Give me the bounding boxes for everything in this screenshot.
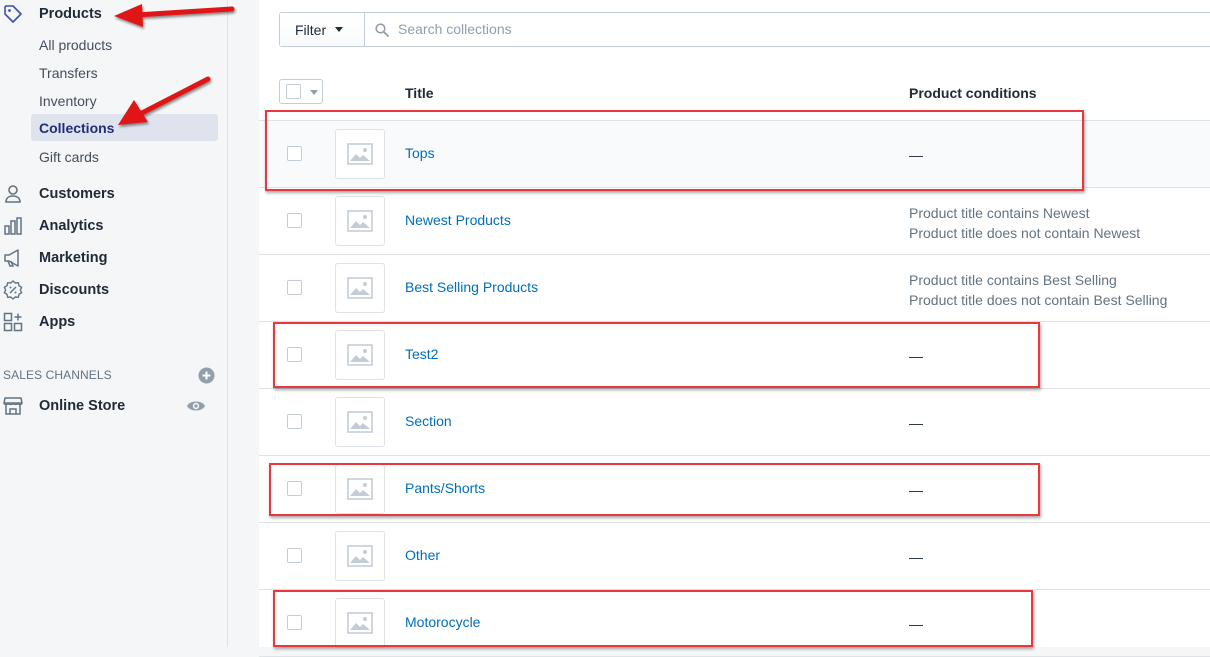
row-checkbox[interactable] — [287, 280, 302, 295]
sidebar-item-label: Transfers — [39, 64, 98, 81]
nav-online-store-label: Online Store — [39, 398, 126, 414]
sidebar-item-gift-cards[interactable]: Gift cards — [31, 143, 218, 170]
sidebar-item-label: All products — [39, 36, 113, 53]
collection-title-link[interactable]: Best Selling Products — [405, 279, 538, 295]
nav-apps-label: Apps — [39, 314, 76, 330]
search-input[interactable] — [398, 19, 1178, 39]
product-conditions: — — [909, 547, 923, 567]
store-icon — [3, 397, 23, 415]
sidebar-item-collections[interactable]: Collections — [31, 114, 218, 141]
filter-button-label: Filter — [295, 21, 327, 38]
table-row[interactable]: Newest Products Product title contains Ne… — [259, 188, 1210, 255]
image-placeholder-icon — [347, 210, 373, 232]
nav-apps[interactable]: Apps — [0, 308, 227, 336]
bulk-select-dropdown[interactable] — [279, 79, 323, 104]
highlight-box — [269, 463, 1040, 516]
select-all-checkbox[interactable] — [286, 84, 301, 99]
nav-customers[interactable]: Customers — [0, 180, 227, 208]
search-icon — [375, 23, 389, 37]
nav-products[interactable]: Products — [0, 0, 227, 28]
sidebar-item-label: Collections — [39, 119, 115, 136]
collection-thumbnail[interactable] — [335, 196, 385, 246]
collection-thumbnail[interactable] — [335, 397, 385, 447]
megaphone-icon — [4, 249, 19, 267]
bar-chart-icon — [4, 217, 22, 235]
sidebar-item-inventory[interactable]: Inventory — [31, 87, 218, 114]
collection-title-link[interactable]: Section — [405, 413, 452, 429]
person-icon — [5, 185, 21, 203]
nav-products-label: Products — [39, 6, 102, 22]
apps-grid-icon — [3, 312, 23, 332]
filter-button[interactable]: Filter — [280, 13, 365, 46]
eye-icon[interactable] — [186, 398, 206, 414]
collection-thumbnail[interactable] — [335, 531, 385, 581]
product-conditions: Product title contains Best Selling Produ… — [909, 270, 1167, 310]
tag-icon — [4, 5, 22, 23]
table-row[interactable]: Section — — [259, 389, 1210, 456]
nav-discounts[interactable]: Discounts — [0, 276, 227, 304]
row-checkbox[interactable] — [287, 414, 302, 429]
condition-line: Product title contains Best Selling — [909, 272, 1117, 288]
caret-down-icon — [335, 27, 344, 32]
plus-circle-icon[interactable] — [198, 367, 215, 384]
image-placeholder-icon — [347, 277, 373, 299]
condition-line: Product title contains Newest — [909, 205, 1090, 221]
table-row[interactable]: Best Selling Products Product title conta… — [259, 255, 1210, 322]
sales-channels-label: SALES CHANNELS — [3, 368, 112, 382]
collection-thumbnail[interactable] — [335, 263, 385, 313]
collection-title-link[interactable]: Newest Products — [405, 212, 511, 228]
column-header-title[interactable]: Title — [405, 85, 434, 101]
table-row[interactable]: Other — — [259, 523, 1210, 590]
filter-bar: Filter — [279, 12, 1210, 47]
discount-badge-icon — [3, 280, 23, 300]
row-checkbox[interactable] — [287, 213, 302, 228]
sidebar-item-transfers[interactable]: Transfers — [31, 59, 218, 86]
nav-marketing-label: Marketing — [39, 250, 108, 266]
caret-down-icon — [310, 90, 318, 95]
sales-channels-header: SALES CHANNELS — [3, 366, 215, 384]
condition-line: Product title does not contain Best Sell… — [909, 292, 1168, 308]
nav-analytics[interactable]: Analytics — [0, 212, 227, 240]
nav-marketing[interactable]: Marketing — [0, 244, 227, 272]
sidebar: Products All products Transfers Inventor… — [0, 0, 228, 647]
product-conditions: Product title contains Newest Product tit… — [909, 203, 1140, 243]
nav-discounts-label: Discounts — [39, 282, 110, 298]
row-checkbox[interactable] — [287, 548, 302, 563]
highlight-box — [273, 322, 1040, 388]
highlight-box — [265, 110, 1084, 191]
condition-line: Product title does not contain Newest — [909, 225, 1141, 241]
nav-customers-label: Customers — [39, 186, 115, 202]
condition-line: — — [909, 549, 923, 565]
sidebar-item-all-products[interactable]: All products — [31, 31, 218, 58]
image-placeholder-icon — [347, 545, 373, 567]
image-placeholder-icon — [347, 411, 373, 433]
condition-line: — — [909, 415, 923, 431]
sidebar-item-label: Gift cards — [39, 148, 99, 165]
product-conditions: — — [909, 413, 923, 433]
collection-title-link[interactable]: Other — [405, 547, 440, 563]
highlight-box — [273, 590, 1033, 647]
nav-analytics-label: Analytics — [39, 218, 104, 234]
sidebar-item-label: Inventory — [39, 92, 97, 109]
column-header-conditions: Product conditions — [909, 85, 1037, 101]
